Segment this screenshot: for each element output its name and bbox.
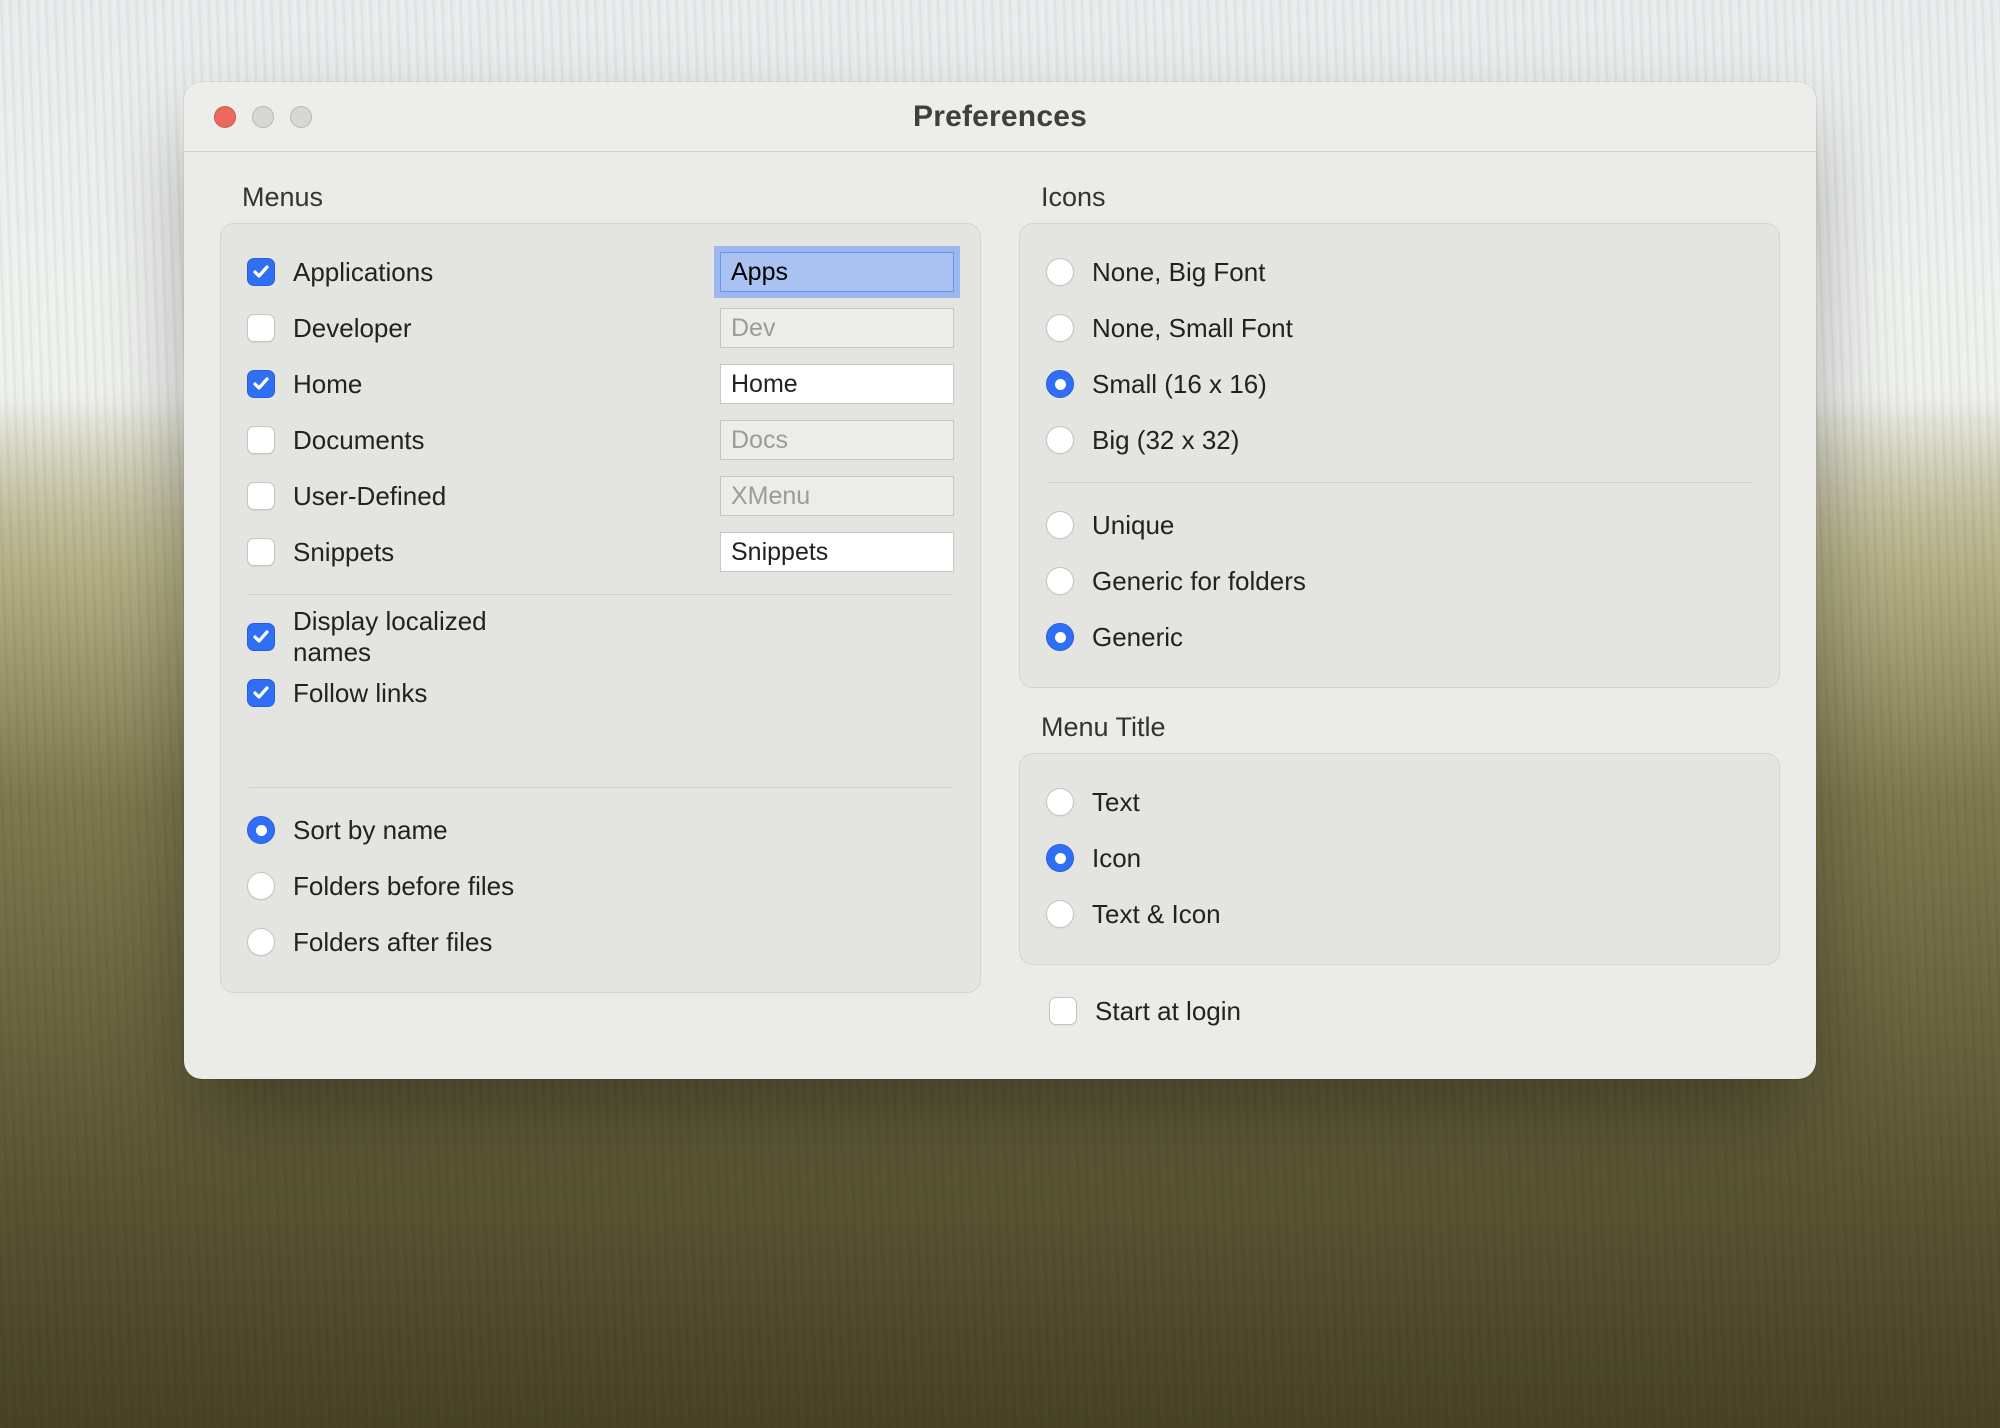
zoom-icon[interactable] (290, 106, 312, 128)
snippets-label: Snippets (293, 537, 555, 568)
window-controls (184, 106, 312, 128)
icons-unique-radio[interactable] (1046, 511, 1074, 539)
user-defined-input[interactable] (720, 476, 954, 516)
icons-small-label: Small (16 x 16) (1092, 369, 1267, 400)
icons-section-label: Icons (1041, 182, 1780, 213)
menu-title-icon-radio[interactable] (1046, 844, 1074, 872)
home-input[interactable] (720, 364, 954, 404)
snippets-checkbox[interactable] (247, 538, 275, 566)
start-at-login-label: Start at login (1095, 996, 1241, 1027)
icons-none-big-label: None, Big Font (1092, 257, 1265, 288)
icons-none-small-radio[interactable] (1046, 314, 1074, 342)
folders-before-radio[interactable] (247, 872, 275, 900)
icons-generic-folders-radio[interactable] (1046, 567, 1074, 595)
home-checkbox[interactable] (247, 370, 275, 398)
menu-title-icon-label: Icon (1092, 843, 1141, 874)
sort-by-name-label: Sort by name (293, 815, 555, 846)
menus-section-label: Menus (242, 182, 981, 213)
icons-unique-label: Unique (1092, 510, 1174, 541)
developer-checkbox[interactable] (247, 314, 275, 342)
icons-group: None, Big Font None, Small Font Small (1… (1019, 223, 1780, 688)
folders-before-label: Folders before files (293, 871, 555, 902)
applications-checkbox[interactable] (247, 258, 275, 286)
preferences-window: Preferences Menus Applications Developer (184, 82, 1816, 1079)
menu-title-texticon-label: Text & Icon (1092, 899, 1221, 930)
applications-label: Applications (293, 257, 555, 288)
sort-by-name-radio[interactable] (247, 816, 275, 844)
icons-generic-label: Generic (1092, 622, 1183, 653)
documents-input[interactable] (720, 420, 954, 460)
menu-title-text-label: Text (1092, 787, 1140, 818)
follow-links-label: Follow links (293, 678, 555, 709)
folders-after-label: Folders after files (293, 927, 555, 958)
applications-input[interactable] (720, 252, 954, 292)
menus-group: Applications Developer Home (220, 223, 981, 993)
menu-title-text-radio[interactable] (1046, 788, 1074, 816)
icons-big-radio[interactable] (1046, 426, 1074, 454)
documents-label: Documents (293, 425, 555, 456)
close-icon[interactable] (214, 106, 236, 128)
follow-links-checkbox[interactable] (247, 679, 275, 707)
user-defined-label: User-Defined (293, 481, 555, 512)
snippets-input[interactable] (720, 532, 954, 572)
icons-big-label: Big (32 x 32) (1092, 425, 1239, 456)
window-title: Preferences (184, 100, 1816, 134)
user-defined-checkbox[interactable] (247, 482, 275, 510)
menu-title-group: Text Icon Text & Icon (1019, 753, 1780, 965)
folders-after-radio[interactable] (247, 928, 275, 956)
display-localized-label: Display localized names (293, 606, 555, 668)
home-label: Home (293, 369, 555, 400)
display-localized-checkbox[interactable] (247, 623, 275, 651)
menu-title-texticon-radio[interactable] (1046, 900, 1074, 928)
developer-input[interactable] (720, 308, 954, 348)
start-at-login-checkbox[interactable] (1049, 997, 1077, 1025)
icons-small-radio[interactable] (1046, 370, 1074, 398)
titlebar: Preferences (184, 82, 1816, 152)
icons-generic-folders-label: Generic for folders (1092, 566, 1306, 597)
minimize-icon[interactable] (252, 106, 274, 128)
icons-generic-radio[interactable] (1046, 623, 1074, 651)
menu-title-section-label: Menu Title (1041, 712, 1780, 743)
icons-none-small-label: None, Small Font (1092, 313, 1293, 344)
icons-none-big-radio[interactable] (1046, 258, 1074, 286)
developer-label: Developer (293, 313, 555, 344)
documents-checkbox[interactable] (247, 426, 275, 454)
